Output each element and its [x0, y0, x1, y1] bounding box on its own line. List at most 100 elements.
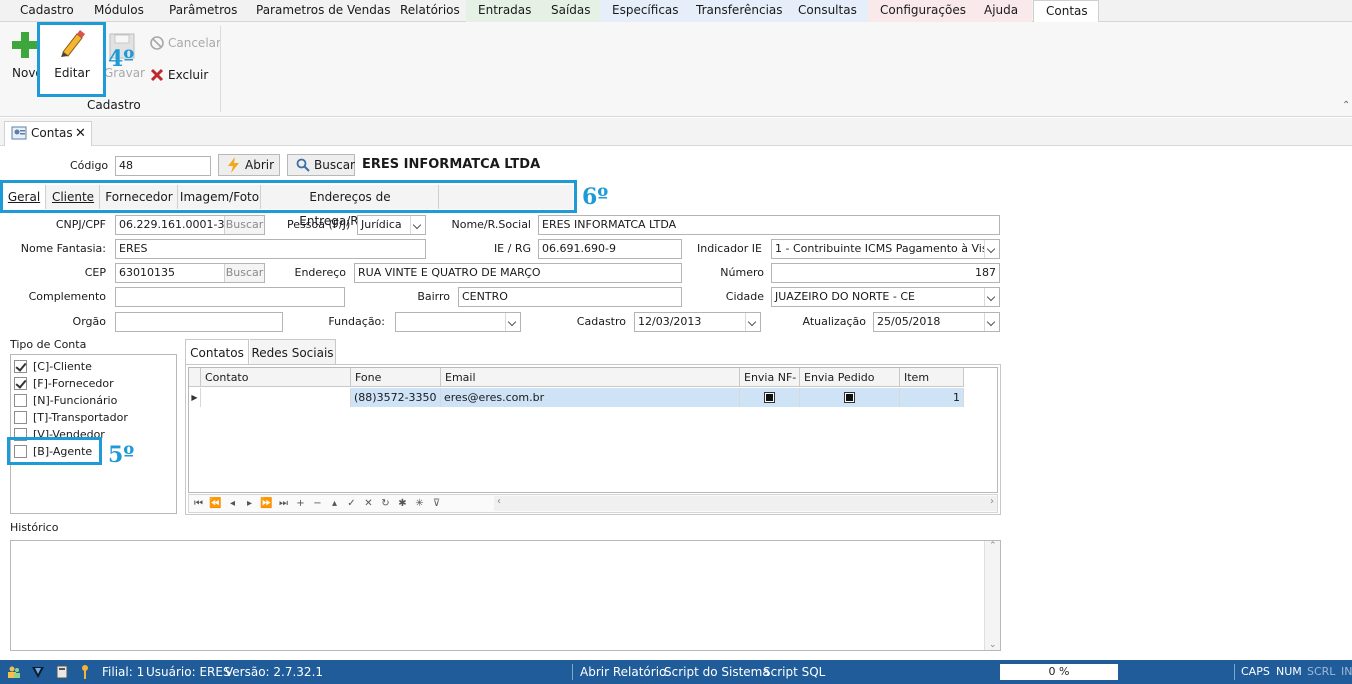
indicador-ie-select[interactable]: 1 - Contribuinte ICMS Pagamento à Vista [771, 239, 1000, 259]
filter-icon[interactable]: ⊽ [428, 495, 445, 512]
prev-record-icon[interactable]: ◂ [224, 495, 241, 512]
cell-contato[interactable] [201, 388, 351, 407]
status-bar: Filial: 1 Usuário: ERES Versão: 2.7.32.1… [0, 660, 1352, 684]
menu-transferencias[interactable]: Transferências [684, 0, 786, 22]
cep-buscar-button[interactable]: Buscar [224, 264, 264, 282]
endereco-input[interactable]: RUA VINTE E QUATRO DE MARÇO [354, 263, 682, 283]
horizontal-scrollbar[interactable]: ‹ › [494, 496, 997, 511]
bookmark-icon[interactable]: ✱ [394, 495, 411, 512]
menu-parametros-vendas[interactable]: Parametros de Vendas [244, 0, 403, 22]
cancelar-button[interactable]: Cancelar [150, 33, 221, 53]
insert-icon[interactable]: + [292, 495, 309, 512]
col-email[interactable]: Email [441, 368, 740, 387]
checkbox-funcionario[interactable] [14, 394, 27, 407]
abrir-button[interactable]: Abrir [218, 154, 280, 176]
cancel-edit-icon[interactable]: ✕ [360, 495, 377, 512]
first-page-icon[interactable]: ⏮ [190, 495, 207, 512]
checkbox-cliente[interactable] [14, 360, 27, 373]
chevron-down-icon[interactable] [505, 313, 520, 331]
edit-icon[interactable]: ▴ [326, 495, 343, 512]
historico-textarea[interactable]: ⌃ ⌄ [10, 540, 1001, 651]
menu-especificas[interactable]: Específicas [600, 0, 684, 22]
cell-item[interactable]: 1 [900, 388, 964, 407]
chevron-down-icon[interactable] [410, 216, 425, 234]
menu-cadastro[interactable]: Cadastro [8, 0, 86, 22]
buscar-button[interactable]: Buscar [287, 154, 355, 176]
menu-ajuda[interactable]: Ajuda [972, 0, 1032, 22]
nome-input[interactable]: ERES INFORMATCA LTDA [538, 215, 1000, 235]
close-tab-icon[interactable]: ✕ [75, 122, 86, 145]
tab-contatos[interactable]: Contatos [185, 339, 249, 365]
numero-input[interactable]: 187 [771, 263, 1000, 283]
col-envia-nfe[interactable]: Envia NF-e [740, 368, 800, 403]
cidade-select[interactable]: JUAZEIRO DO NORTE - CE [771, 287, 1000, 307]
script-sistema-link[interactable]: Script do Sistema [664, 660, 770, 684]
scroll-right-icon[interactable]: › [990, 496, 994, 507]
last-page-icon[interactable]: ⏭ [275, 495, 292, 512]
prev-page-icon[interactable]: ⏪ [207, 495, 224, 512]
bairro-input[interactable]: CENTRO [458, 287, 682, 307]
pessoa-value: Jurídica [361, 218, 402, 231]
menu-contas[interactable]: Contas [1033, 0, 1099, 23]
table-row[interactable]: ▶ (88)3572-3350 eres@eres.com.br 1 [189, 388, 964, 407]
scroll-down-icon[interactable]: ⌄ [989, 640, 997, 650]
cell-envia-nfe[interactable] [740, 388, 800, 407]
col-item[interactable]: Item [900, 368, 964, 387]
checkbox-fornecedor[interactable] [14, 377, 27, 390]
document-tab-strip [0, 118, 1352, 146]
checkbox-envia-nfe[interactable] [764, 392, 775, 403]
pessoa-select[interactable]: Jurídica [357, 215, 426, 235]
menu-modulos[interactable]: Módulos [82, 0, 156, 22]
chevron-down-icon[interactable] [745, 313, 760, 331]
scroll-up-icon[interactable]: ⌃ [989, 541, 997, 551]
document-tab-contas[interactable]: Contas ✕ [4, 121, 92, 146]
menu-entradas[interactable]: Entradas [466, 0, 539, 22]
goto-bookmark-icon[interactable]: ✳ [411, 495, 428, 512]
tab-redes-sociais[interactable]: Redes Sociais [250, 339, 336, 365]
orgao-input[interactable] [115, 312, 283, 332]
status-versao: Versão: 2.7.32.1 [225, 665, 324, 679]
complemento-input[interactable] [115, 287, 345, 307]
cadastro-label: Cadastro [576, 315, 626, 328]
chevron-down-icon[interactable] [984, 240, 999, 258]
cell-email[interactable]: eres@eres.com.br [441, 388, 740, 407]
buscar-label: Buscar [314, 158, 355, 172]
refresh-icon[interactable]: ↻ [377, 495, 394, 512]
post-icon[interactable]: ✓ [343, 495, 360, 512]
checkbox-transportador[interactable] [14, 411, 27, 424]
menu-consultas[interactable]: Consultas [786, 0, 868, 22]
cnpj-input[interactable]: 06.229.161.0001-38 Buscar [115, 215, 265, 235]
status-usuario: Usuário: ERES [146, 665, 231, 679]
ie-input[interactable]: 06.691.690-9 [538, 239, 682, 259]
chevron-down-icon[interactable] [984, 313, 999, 331]
next-record-icon[interactable]: ▸ [241, 495, 258, 512]
excluir-button[interactable]: Excluir [150, 65, 208, 85]
atualizacao-date[interactable]: 25/05/2018 [873, 312, 1000, 332]
col-fone[interactable]: Fone [351, 368, 441, 387]
menu-configuracoes[interactable]: Configurações [868, 0, 972, 22]
checkbox-envia-pedido-spo[interactable] [844, 392, 855, 403]
collapse-ribbon-icon[interactable]: ⌃ [1342, 100, 1350, 111]
codigo-input[interactable]: 48 [115, 156, 211, 176]
cep-input[interactable]: 63010135 Buscar [115, 263, 265, 283]
menu-parametros[interactable]: Parâmetros [157, 0, 249, 22]
grid-indicator-header [189, 368, 201, 387]
cadastro-date[interactable]: 12/03/2013 [634, 312, 761, 332]
col-contato[interactable]: Contato [201, 368, 351, 387]
annotation-5: 5º [108, 442, 135, 468]
fundacao-date[interactable] [395, 312, 521, 332]
chevron-down-icon[interactable] [984, 288, 999, 306]
delete-icon[interactable]: − [309, 495, 326, 512]
abrir-relatorio-link[interactable]: Abrir Relatório [580, 660, 666, 684]
cell-fone[interactable]: (88)3572-3350 [351, 388, 441, 407]
next-page-icon[interactable]: ⏩ [258, 495, 275, 512]
cnpj-buscar-button[interactable]: Buscar [224, 216, 264, 234]
vertical-scrollbar[interactable]: ⌃ ⌄ [984, 541, 1000, 650]
menu-saidas[interactable]: Saídas [539, 0, 600, 22]
scroll-left-icon[interactable]: ‹ [497, 496, 501, 507]
menu-relatorios[interactable]: Relatórios [388, 0, 472, 22]
fantasia-input[interactable]: ERES [115, 239, 426, 259]
cell-envia-pedido-spo[interactable] [800, 388, 900, 407]
script-sql-link[interactable]: Script SQL [763, 660, 825, 684]
col-envia-pedido-spo[interactable]: Envia Pedido SPO [800, 368, 900, 403]
